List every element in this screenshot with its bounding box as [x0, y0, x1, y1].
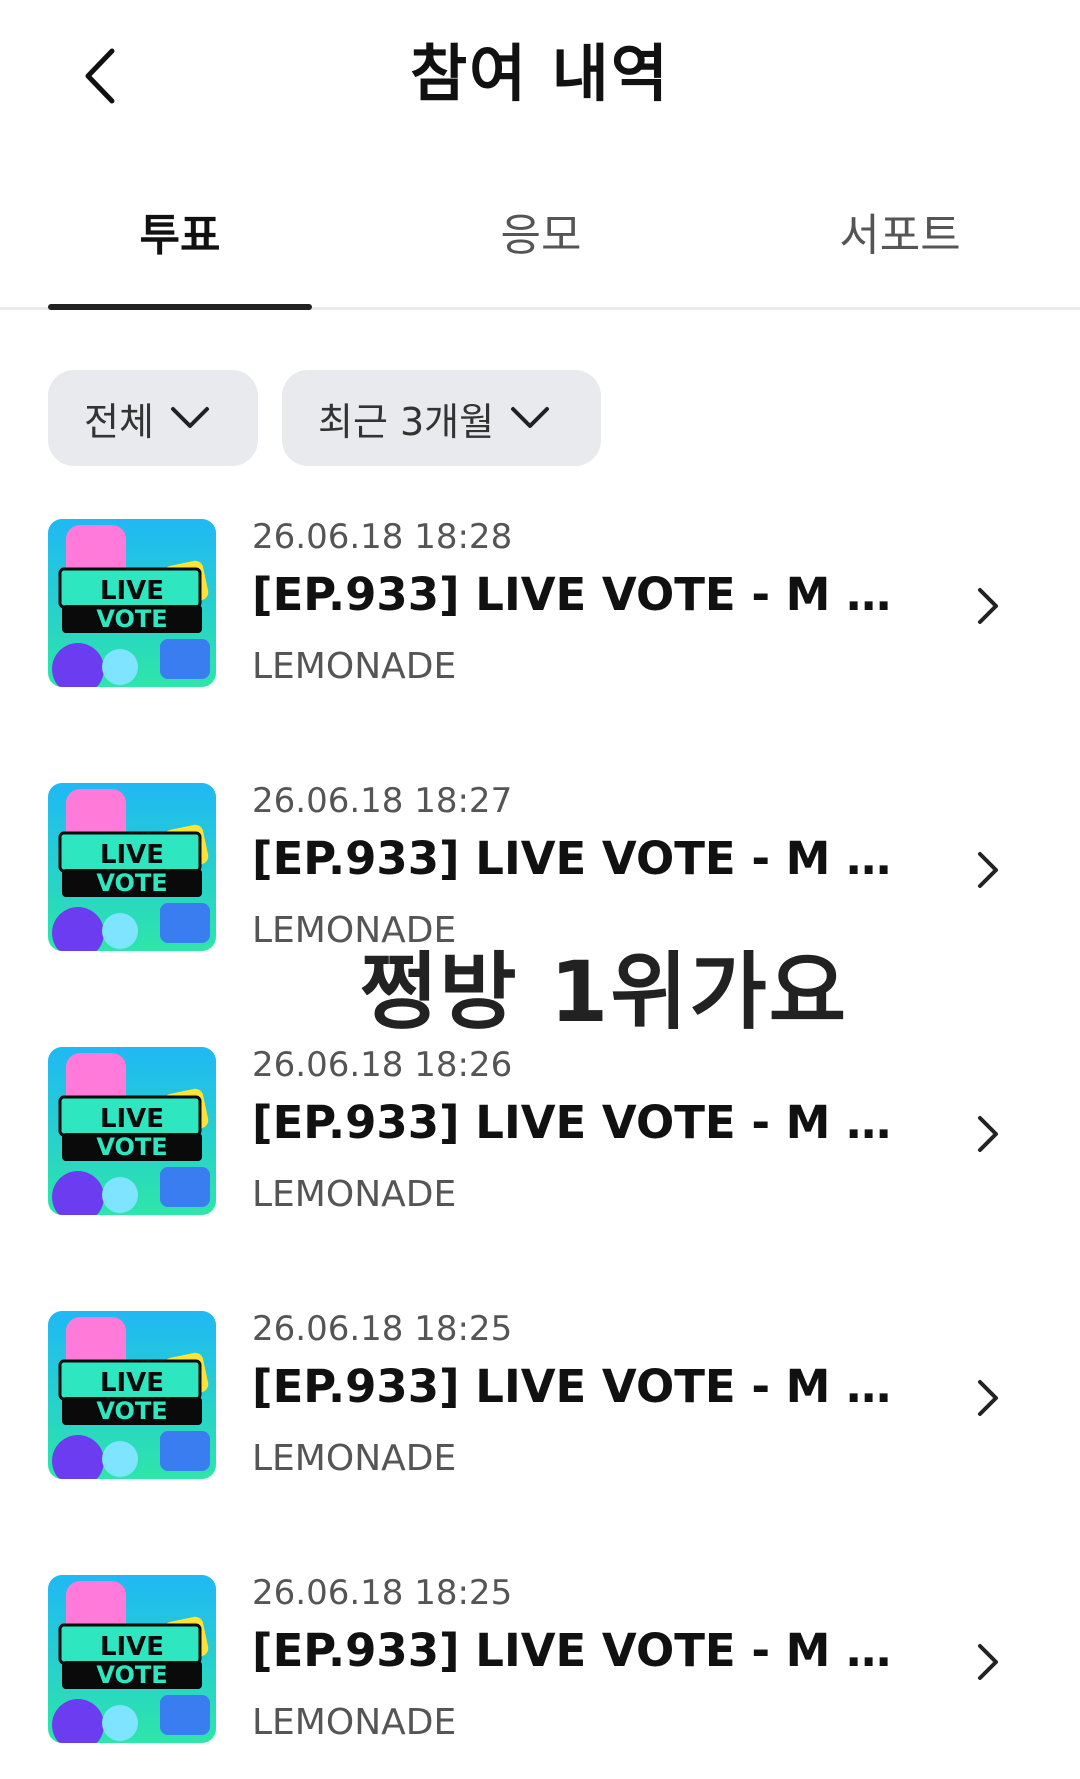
vote-thumbnail: LIVE VOTE [48, 1575, 216, 1743]
chevron-right-icon [968, 845, 1008, 895]
tab-entry[interactable]: 응모 [406, 206, 676, 266]
thumb-line1: LIVE [100, 576, 164, 606]
chevron-right-icon [968, 1373, 1008, 1423]
item-artist: LEMONADE [252, 1702, 457, 1743]
chevron-down-icon [510, 406, 550, 430]
tab-bar: 투표 응모 서포트 [0, 180, 1080, 310]
filter-type-label: 전체 [84, 399, 154, 444]
active-tab-indicator [48, 304, 312, 310]
thumb-line1: LIVE [100, 1104, 164, 1134]
item-title: [EP.933] LIVE VOTE - M CO... [252, 832, 912, 885]
thumb-line2: VOTE [96, 1397, 167, 1425]
chevron-down-icon [170, 406, 210, 430]
filter-period-dropdown[interactable]: 최근 3개월 [282, 370, 601, 466]
item-title: [EP.933] LIVE VOTE - M CO... [252, 1624, 912, 1677]
item-title: [EP.933] LIVE VOTE - M CO... [252, 1096, 912, 1149]
list-item-1[interactable]: LIVE VOTE 26.06.18 18:28 [EP.933] LIVE V… [0, 515, 1080, 687]
item-artist: LEMONADE [252, 646, 457, 687]
item-artist: LEMONADE [252, 1438, 457, 1479]
chevron-right-icon [968, 1109, 1008, 1159]
thumb-line2: VOTE [96, 869, 167, 897]
thumb-line1: LIVE [100, 1632, 164, 1662]
filter-period-label: 최근 3개월 [318, 399, 495, 444]
page-title: 참여 내역 [410, 37, 670, 110]
vote-thumbnail: LIVE VOTE [48, 1047, 216, 1215]
tab-support[interactable]: 서포트 [765, 206, 1035, 266]
list-item-3[interactable]: LIVE VOTE 26.06.18 18:26 [EP.933] LIVE V… [0, 1043, 1080, 1215]
list-item-4[interactable]: LIVE VOTE 26.06.18 18:25 [EP.933] LIVE V… [0, 1307, 1080, 1479]
item-date: 26.06.18 18:25 [252, 1309, 513, 1349]
vote-thumbnail: LIVE VOTE [48, 783, 216, 951]
item-title: [EP.933] LIVE VOTE - M CO... [252, 1360, 912, 1413]
thumb-line1: LIVE [100, 840, 164, 870]
thumb-line2: VOTE [96, 1661, 167, 1689]
vote-thumbnail: LIVE VOTE [48, 1311, 216, 1479]
list-item-2[interactable]: LIVE VOTE 26.06.18 18:27 [EP.933] LIVE V… [0, 779, 1080, 951]
thumb-line1: LIVE [100, 1368, 164, 1398]
thumb-line2: VOTE [96, 1133, 167, 1161]
item-date: 26.06.18 18:27 [252, 781, 513, 821]
list-item-5[interactable]: LIVE VOTE 26.06.18 18:25 [EP.933] LIVE V… [0, 1571, 1080, 1743]
item-date: 26.06.18 18:28 [252, 517, 513, 557]
chevron-right-icon [968, 581, 1008, 631]
item-title: [EP.933] LIVE VOTE - M CO... [252, 568, 912, 621]
item-date: 26.06.18 18:26 [252, 1045, 513, 1085]
item-artist: LEMONADE [252, 1174, 457, 1215]
tab-vote[interactable]: 투표 [45, 206, 315, 266]
vote-thumbnail: LIVE VOTE [48, 519, 216, 687]
chevron-right-icon [968, 1637, 1008, 1687]
header: 참여 내역 [0, 0, 1080, 150]
filter-type-dropdown[interactable]: 전체 [48, 370, 258, 466]
item-date: 26.06.18 18:25 [252, 1573, 513, 1613]
thumb-line2: VOTE [96, 605, 167, 633]
overlay-caption: 쩡방 1위가요 [360, 943, 849, 1041]
